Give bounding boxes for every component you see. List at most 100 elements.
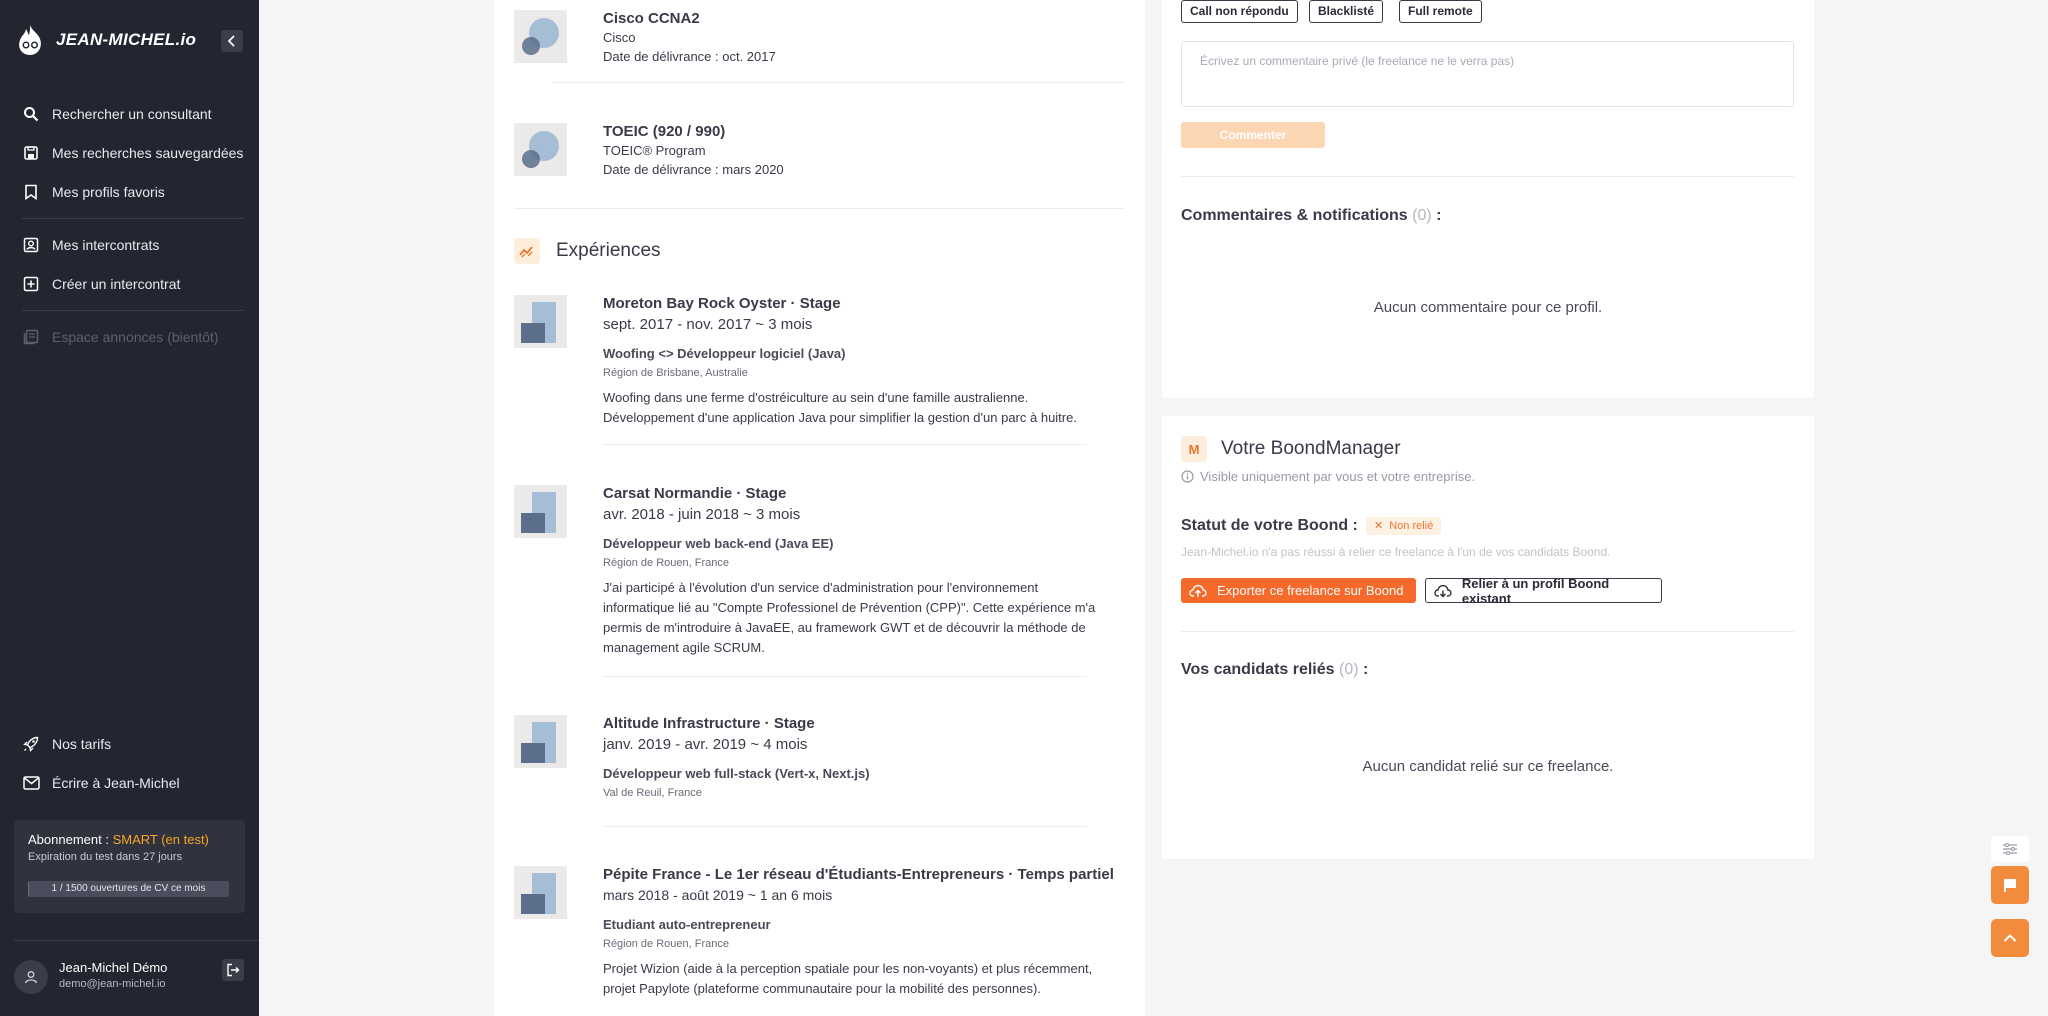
boond-card: M Votre BoondManager Visible uniquement … — [1162, 416, 1814, 859]
nav-write-jean-michel[interactable]: Écrire à Jean-Michel — [22, 774, 180, 792]
candidates-title-suffix: : — [1358, 661, 1369, 678]
experience-dates: sept. 2017 - nov. 2017 ~ 3 mois — [603, 316, 813, 333]
experience-title: Pépite France - Le 1er réseau d'Étudiant… — [603, 866, 1114, 883]
cv-quota-bar: 1 / 1500 ouvertures de CV ce mois — [28, 881, 229, 897]
export-to-boond-button[interactable]: Exporter ce freelance sur Boond — [1181, 578, 1416, 603]
nav-label: Mes intercontrats — [52, 237, 160, 253]
user-name: Jean-Michel Démo — [59, 960, 168, 975]
company-logo-placeholder — [514, 866, 567, 919]
sidebar-divider — [14, 940, 259, 941]
tag-blackliste[interactable]: Blacklisté — [1309, 0, 1384, 23]
experiences-header: Expériences — [514, 238, 661, 264]
private-comment-input[interactable]: Écrivez un commentaire privé (le freelan… — [1181, 41, 1794, 107]
subscription-plan: Abonnement : SMART (en test) — [28, 832, 209, 847]
comments-count: (0) — [1412, 207, 1432, 224]
comments-empty-state: Aucun commentaire pour ce profil. — [1373, 299, 1603, 316]
trend-icon — [514, 238, 540, 264]
nav-ads-space: Espace annonces (bientôt) — [22, 328, 219, 346]
nav-search-consultant[interactable]: Rechercher un consultant — [22, 105, 212, 123]
flag-icon — [2004, 879, 2016, 892]
tag-full-remote[interactable]: Full remote — [1399, 0, 1482, 23]
mail-icon — [22, 774, 40, 792]
search-icon — [22, 105, 40, 123]
linked-candidates-title: Vos candidats reliés (0) : — [1181, 661, 1368, 679]
report-flag-button[interactable] — [1991, 866, 2029, 904]
boond-title: Votre BoondManager — [1221, 438, 1401, 459]
user-email: demo@jean-michel.io — [59, 978, 166, 990]
subscription-prefix: Abonnement : — [28, 832, 113, 847]
certification-thumbnail — [514, 123, 567, 176]
info-icon — [1181, 470, 1194, 483]
candidates-title-text: Vos candidats reliés — [1181, 661, 1335, 678]
boond-status-label: Statut de votre Boond : — [1181, 517, 1358, 534]
plus-square-icon — [22, 275, 40, 293]
nav-my-intercontracts[interactable]: Mes intercontrats — [22, 236, 159, 254]
experience-location: Région de Rouen, France — [603, 938, 729, 950]
export-button-label: Exporter ce freelance sur Boond — [1217, 583, 1404, 598]
experience-role: Développeur web back-end (Java EE) — [603, 536, 834, 551]
divider — [603, 444, 1087, 445]
nav-saved-searches[interactable]: Mes recherches sauvegardées — [22, 144, 243, 162]
nav-label: Mes profils favoris — [52, 184, 165, 200]
nav-pricing[interactable]: Nos tarifs — [22, 735, 111, 753]
boond-visibility-note: Visible uniquement par vous et votre ent… — [1181, 469, 1475, 484]
profile-main-column: Cisco CCNA2 Cisco Date de délivrance : o… — [494, 0, 1145, 1016]
divider — [603, 826, 1087, 827]
experience-description: J'ai participé à l'évolution d'un servic… — [603, 580, 1096, 655]
tag-call-non-repondu[interactable]: Call non répondu — [1181, 0, 1298, 23]
divider — [552, 82, 1124, 83]
subscription-box[interactable]: Abonnement : SMART (en test) Expiration … — [14, 820, 245, 913]
comments-card: Call non répondu Blacklisté Full remote … — [1162, 0, 1814, 398]
comment-button[interactable]: Commenter — [1181, 122, 1325, 148]
brand[interactable]: JEAN-MICHEL.io — [16, 24, 196, 56]
contact-icon — [22, 236, 40, 254]
user-account[interactable]: Jean-Michel Démo demo@jean-michel.io — [14, 956, 245, 996]
certification-title: Cisco CCNA2 — [603, 10, 700, 27]
certification-date: Date de délivrance : oct. 2017 — [603, 49, 776, 64]
logout-icon — [227, 963, 240, 977]
sidebar-divider — [22, 310, 244, 311]
rocket-icon — [22, 735, 40, 753]
experience-title: Altitude Infrastructure · Stage — [603, 715, 815, 732]
experience-role: Développeur web full-stack (Vert-x, Next… — [603, 766, 870, 781]
save-icon — [22, 144, 40, 162]
flame-logo-icon — [19, 25, 41, 55]
certification-org: TOEIC® Program — [603, 143, 706, 158]
company-logo-placeholder — [514, 295, 567, 348]
link-boond-profile-button[interactable]: Relier à un profil Boond existant — [1425, 575, 1662, 606]
certification-title: TOEIC (920 / 990) — [603, 123, 726, 140]
status-badge: ✕ Non relié — [1366, 517, 1442, 535]
scroll-top-button[interactable] — [1991, 919, 2029, 957]
divider — [1181, 176, 1794, 177]
experience-title: Carsat Normandie · Stage — [603, 485, 787, 502]
company-logo-placeholder — [514, 715, 567, 768]
visibility-text: Visible uniquement par vous et votre ent… — [1200, 469, 1476, 484]
nav-label: Créer un intercontrat — [52, 276, 181, 292]
nav-create-intercontract[interactable]: Créer un intercontrat — [22, 275, 180, 293]
nav-label: Mes recherches sauvegardées — [52, 145, 244, 161]
settings-toggle-button[interactable] — [1991, 836, 2029, 862]
link-button-label: Relier à un profil Boond existant — [1461, 575, 1610, 606]
experience-dates: janv. 2019 - avr. 2019 ~ 4 mois — [603, 736, 808, 753]
sliders-icon — [2003, 843, 2017, 855]
chevron-left-icon — [227, 35, 235, 47]
comments-title-text: Commentaires & notifications — [1181, 207, 1408, 224]
experience-role: Etudiant auto-entrepreneur — [603, 917, 771, 932]
nav-favorite-profiles[interactable]: Mes profils favoris — [22, 183, 165, 201]
collapse-sidebar-button[interactable] — [221, 30, 243, 52]
user-icon — [24, 971, 38, 984]
boond-status-note: Jean-Michel.io n'a pas réussi à relier c… — [1181, 545, 1611, 559]
cv-quota-text: 1 / 1500 ouvertures de CV ce mois — [51, 883, 206, 894]
divider — [514, 208, 1124, 209]
candidates-count: (0) — [1339, 661, 1359, 678]
experience-title: Moreton Bay Rock Oyster · Stage — [603, 295, 841, 312]
bookmark-icon — [22, 183, 40, 201]
experience-description: Projet Wizion (aide à la perception spat… — [603, 961, 1093, 996]
candidates-empty-state: Aucun candidat relié sur ce freelance. — [1362, 758, 1614, 775]
plan-name: SMART (en test) — [112, 832, 209, 847]
logout-button[interactable] — [222, 959, 244, 981]
certification-thumbnail — [514, 10, 567, 63]
nav-label: Écrire à Jean-Michel — [52, 775, 180, 791]
close-icon: ✕ — [1374, 520, 1384, 532]
experience-dates: avr. 2018 - juin 2018 ~ 3 mois — [603, 506, 801, 523]
